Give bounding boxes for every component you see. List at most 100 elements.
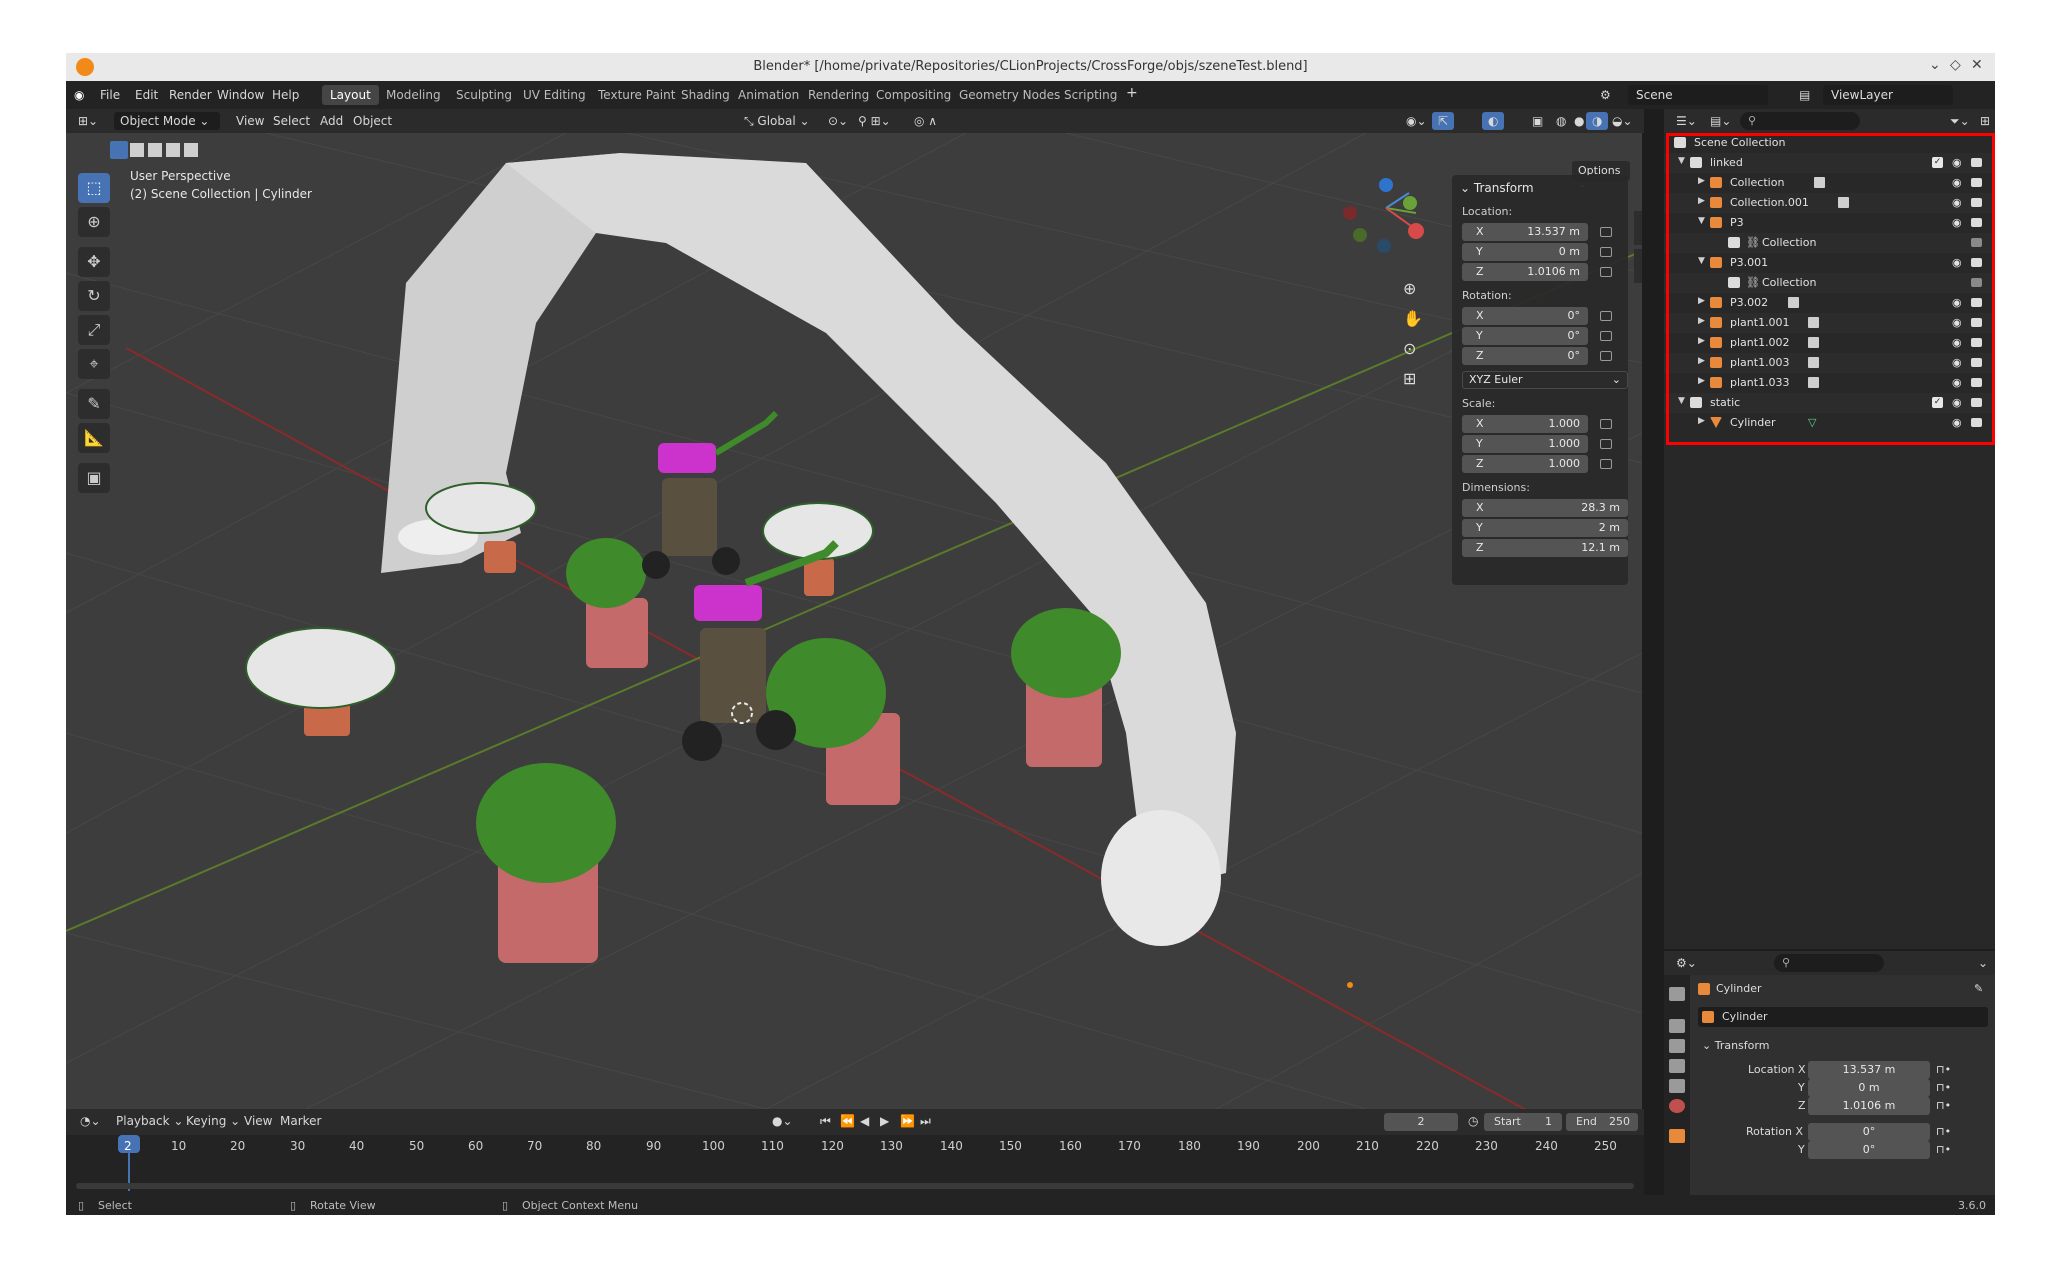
outliner-row-plant1-002[interactable]: ▶ plant1.002 ◉ bbox=[1664, 333, 1995, 353]
measure-tool-icon[interactable]: 📐 bbox=[78, 423, 110, 453]
ortho-toggle-icon[interactable]: ⊞ bbox=[1403, 369, 1416, 388]
expand-arrow-icon[interactable]: ▶ bbox=[1698, 196, 1705, 206]
tab-item[interactable]: Item bbox=[1634, 173, 1642, 207]
properties-search-input[interactable]: ⚲ bbox=[1774, 954, 1884, 972]
rotation-z-field[interactable]: Z 0° bbox=[1462, 347, 1588, 365]
menu-keying[interactable]: Keying ⌄ bbox=[180, 1112, 246, 1130]
dimension-y-field[interactable]: Y2 m bbox=[1462, 519, 1628, 537]
select-subtract-icon[interactable] bbox=[148, 143, 162, 157]
transform-header[interactable]: ⌄ Transform bbox=[1460, 181, 1534, 195]
lock-icon[interactable] bbox=[1600, 351, 1612, 361]
current-frame-field[interactable]: 2 bbox=[1384, 1113, 1458, 1131]
collapse-arrow-icon[interactable]: ▼ bbox=[1698, 256, 1705, 266]
collapse-arrow-icon[interactable]: ▼ bbox=[1698, 216, 1705, 226]
camera-view-icon[interactable]: ⊙ bbox=[1403, 339, 1416, 358]
mode-selector[interactable]: Object Mode ⌄ bbox=[114, 112, 220, 130]
dimension-z-field[interactable]: Z 12.1 m bbox=[1462, 539, 1628, 557]
scene-tab-icon[interactable] bbox=[1669, 1079, 1685, 1093]
outliner-row-instance[interactable]: ⛓ Collection bbox=[1664, 273, 1995, 293]
menu-playback[interactable]: Playback ⌄ bbox=[110, 1112, 189, 1130]
visibility-eye-icon[interactable]: ◉ bbox=[1952, 416, 1962, 429]
select-box-mode-icon[interactable] bbox=[110, 141, 128, 159]
dimension-x-field[interactable]: X 28.3 m bbox=[1462, 499, 1628, 517]
render-camera-icon[interactable] bbox=[1971, 258, 1982, 267]
render-camera-icon[interactable] bbox=[1971, 418, 1982, 427]
timeline-editor-type-icon[interactable]: ◔⌄ bbox=[74, 1112, 107, 1130]
render-camera-icon[interactable] bbox=[1971, 278, 1982, 287]
tab-geometry-nodes[interactable]: Geometry Nodes bbox=[951, 85, 1068, 105]
transform-orientation-selector[interactable]: ⤡ Global ⌄ bbox=[738, 112, 816, 130]
annotate-tool-icon[interactable]: ✎ bbox=[78, 389, 110, 419]
tool-tab-icon[interactable] bbox=[1669, 987, 1685, 1001]
cursor-tool-icon[interactable]: ⊕ bbox=[78, 207, 110, 237]
render-camera-icon[interactable] bbox=[1971, 398, 1982, 407]
play-reverse-icon[interactable]: ◀ bbox=[854, 1112, 875, 1130]
collapse-arrow-icon[interactable]: ▼ bbox=[1678, 156, 1685, 166]
outliner-row-p3[interactable]: ▼ P3 ◉ bbox=[1664, 213, 1995, 233]
mesh-data-icon[interactable]: ▽ bbox=[1808, 416, 1816, 429]
outliner-row-scene-collection[interactable]: Scene Collection bbox=[1664, 133, 1995, 153]
proportional-edit-icon[interactable]: ◎ ∧ bbox=[908, 112, 943, 130]
menu-object[interactable]: Object bbox=[347, 112, 398, 130]
outliner-row-collection-001[interactable]: ▶ Collection.001 ◉ bbox=[1664, 193, 1995, 213]
shading-rendered-icon[interactable]: ◒⌄ bbox=[1606, 112, 1639, 130]
navigation-gizmo[interactable] bbox=[1343, 178, 1424, 253]
tab-shading[interactable]: Shading bbox=[673, 85, 738, 105]
scale-z-field[interactable]: Z 1.000 bbox=[1462, 455, 1588, 473]
visibility-eye-icon[interactable]: ◉ bbox=[1952, 256, 1962, 269]
outliner-row-linked[interactable]: ▼ linked ✓ ◉ bbox=[1664, 153, 1995, 173]
visibility-eye-icon[interactable]: ◉ bbox=[1952, 356, 1962, 369]
lock-icon[interactable] bbox=[1600, 267, 1612, 277]
tab-tool[interactable]: Tool bbox=[1634, 211, 1642, 245]
rotate-tool-icon[interactable]: ↻ bbox=[78, 281, 110, 311]
jump-end-icon[interactable]: ⏭ bbox=[914, 1112, 937, 1130]
move-tool-icon[interactable]: ✥ bbox=[78, 247, 110, 277]
tab-view[interactable]: View bbox=[1634, 249, 1642, 283]
pan-hand-icon[interactable]: ✋ bbox=[1403, 309, 1423, 328]
render-camera-icon[interactable] bbox=[1971, 298, 1982, 307]
visibility-eye-icon[interactable]: ◉ bbox=[1952, 376, 1962, 389]
lock-icon[interactable] bbox=[1600, 459, 1612, 469]
add-cube-tool-icon[interactable]: ▣ bbox=[78, 463, 110, 493]
visibility-eye-icon[interactable]: ◉ bbox=[1952, 196, 1962, 209]
scene-selector[interactable]: Scene bbox=[1628, 85, 1768, 105]
tab-sculpting[interactable]: Sculpting bbox=[448, 85, 520, 105]
render-camera-icon[interactable] bbox=[1971, 198, 1982, 207]
outliner-row-instance[interactable]: ⛓ Collection bbox=[1664, 233, 1995, 253]
outliner-row-static[interactable]: ▼ static ✓ ◉ bbox=[1664, 393, 1995, 413]
lock-icon[interactable] bbox=[1600, 247, 1612, 257]
outliner-row-plant1-001[interactable]: ▶ plant1.001 ◉ bbox=[1664, 313, 1995, 333]
location-x-field[interactable]: X 13.537 m bbox=[1462, 223, 1588, 241]
visibility-eye-icon[interactable]: ◉ bbox=[1952, 336, 1962, 349]
close-icon[interactable]: ✕ bbox=[1971, 57, 1983, 73]
lock-icon[interactable] bbox=[1600, 439, 1612, 449]
select-invert-icon[interactable] bbox=[166, 143, 180, 157]
location-x-field[interactable]: 13.537 m bbox=[1808, 1061, 1930, 1079]
rotation-y-field[interactable]: 0° bbox=[1808, 1141, 1930, 1159]
lock-icon[interactable] bbox=[1600, 311, 1612, 321]
pivot-icon[interactable]: ⊙⌄ bbox=[822, 112, 854, 130]
display-mode-icon[interactable]: ▤⌄ bbox=[1704, 112, 1737, 130]
xray-icon[interactable]: ▣ bbox=[1526, 112, 1549, 130]
editor-type-icon[interactable]: ⊞⌄ bbox=[72, 112, 104, 130]
location-z-field[interactable]: Z 1.0106 m bbox=[1462, 263, 1588, 281]
outliner-row-p3-001[interactable]: ▼ P3.001 ◉ bbox=[1664, 253, 1995, 273]
render-camera-icon[interactable] bbox=[1971, 358, 1982, 367]
menu-select[interactable]: Select bbox=[267, 112, 316, 130]
menu-view[interactable]: View bbox=[230, 112, 270, 130]
lock-icon[interactable]: ⊓• bbox=[1936, 1063, 1951, 1076]
lock-icon[interactable]: ⊓• bbox=[1936, 1081, 1951, 1094]
menu-file[interactable]: File bbox=[100, 88, 120, 102]
visibility-eye-icon[interactable]: ◉ bbox=[1952, 396, 1962, 409]
maximize-icon[interactable]: ◇ bbox=[1950, 57, 1961, 73]
render-camera-icon[interactable] bbox=[1971, 158, 1982, 167]
tab-modeling[interactable]: Modeling bbox=[378, 85, 449, 105]
lock-icon[interactable]: ⊓• bbox=[1936, 1125, 1951, 1138]
menu-window[interactable]: Window bbox=[217, 88, 264, 102]
visibility-eye-icon[interactable]: ◉ bbox=[1952, 296, 1962, 309]
transform-panel-header[interactable]: ⌄ Transform bbox=[1702, 1039, 1769, 1052]
rotation-x-field[interactable]: X 0° bbox=[1462, 307, 1588, 325]
render-camera-icon[interactable] bbox=[1971, 338, 1982, 347]
location-y-field[interactable]: 0 m bbox=[1808, 1079, 1930, 1097]
exclude-checkbox[interactable]: ✓ bbox=[1932, 157, 1943, 168]
